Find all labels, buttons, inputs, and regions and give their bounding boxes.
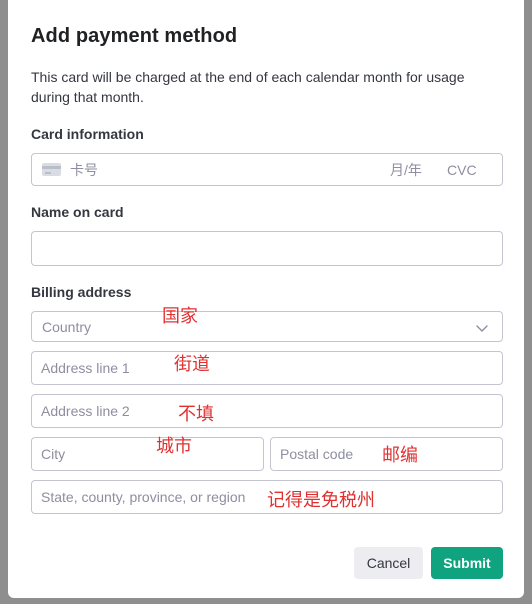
- annotation-address-1: 街道: [174, 354, 210, 375]
- address-line-2-placeholder: Address line 2: [41, 403, 130, 419]
- card-expiry-input[interactable]: 月/年: [390, 160, 422, 180]
- name-on-card-label: Name on card: [31, 204, 124, 220]
- annotation-address-2: 不填: [178, 404, 214, 425]
- address-line-1-input[interactable]: Address line 1: [31, 351, 503, 385]
- modal-title: Add payment method: [31, 25, 238, 47]
- cancel-button[interactable]: Cancel: [354, 547, 423, 579]
- city-input[interactable]: City: [31, 437, 264, 471]
- postal-code-placeholder: Postal code: [280, 446, 354, 462]
- country-select-value: Country: [42, 318, 92, 335]
- card-information-field[interactable]: 卡号 月/年 CVC: [31, 153, 503, 186]
- add-payment-modal: Add payment method This card will be cha…: [8, 0, 524, 598]
- country-select[interactable]: Country: [31, 311, 503, 342]
- annotation-state: 记得是免税州: [267, 490, 375, 511]
- city-placeholder: City: [41, 446, 66, 462]
- billing-address-label: Billing address: [31, 284, 132, 300]
- name-on-card-input[interactable]: [31, 231, 503, 266]
- credit-card-icon: [42, 163, 61, 176]
- card-information-label: Card information: [31, 126, 144, 142]
- annotation-postal: 邮编: [382, 445, 418, 466]
- state-region-placeholder: State, county, province, or region: [41, 489, 246, 505]
- annotation-city: 城市: [156, 436, 192, 457]
- chevron-down-icon: [476, 325, 488, 332]
- card-number-input[interactable]: 卡号: [70, 160, 98, 180]
- address-line-2-input[interactable]: Address line 2: [31, 394, 503, 428]
- annotation-country: 国家: [162, 306, 198, 327]
- address-line-1-placeholder: Address line 1: [41, 360, 130, 376]
- modal-description: This card will be charged at the end of …: [31, 69, 465, 105]
- submit-button[interactable]: Submit: [431, 547, 503, 579]
- card-cvc-input[interactable]: CVC: [447, 162, 477, 178]
